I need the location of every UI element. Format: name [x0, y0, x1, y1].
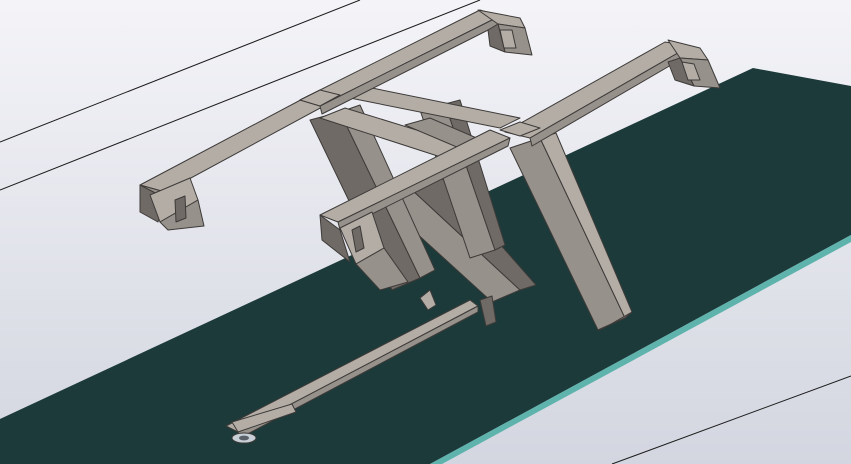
feed-pin-hole: [239, 435, 249, 441]
3d-cad-viewport[interactable]: [0, 0, 851, 464]
antenna-3d-model-view[interactable]: [0, 0, 851, 464]
